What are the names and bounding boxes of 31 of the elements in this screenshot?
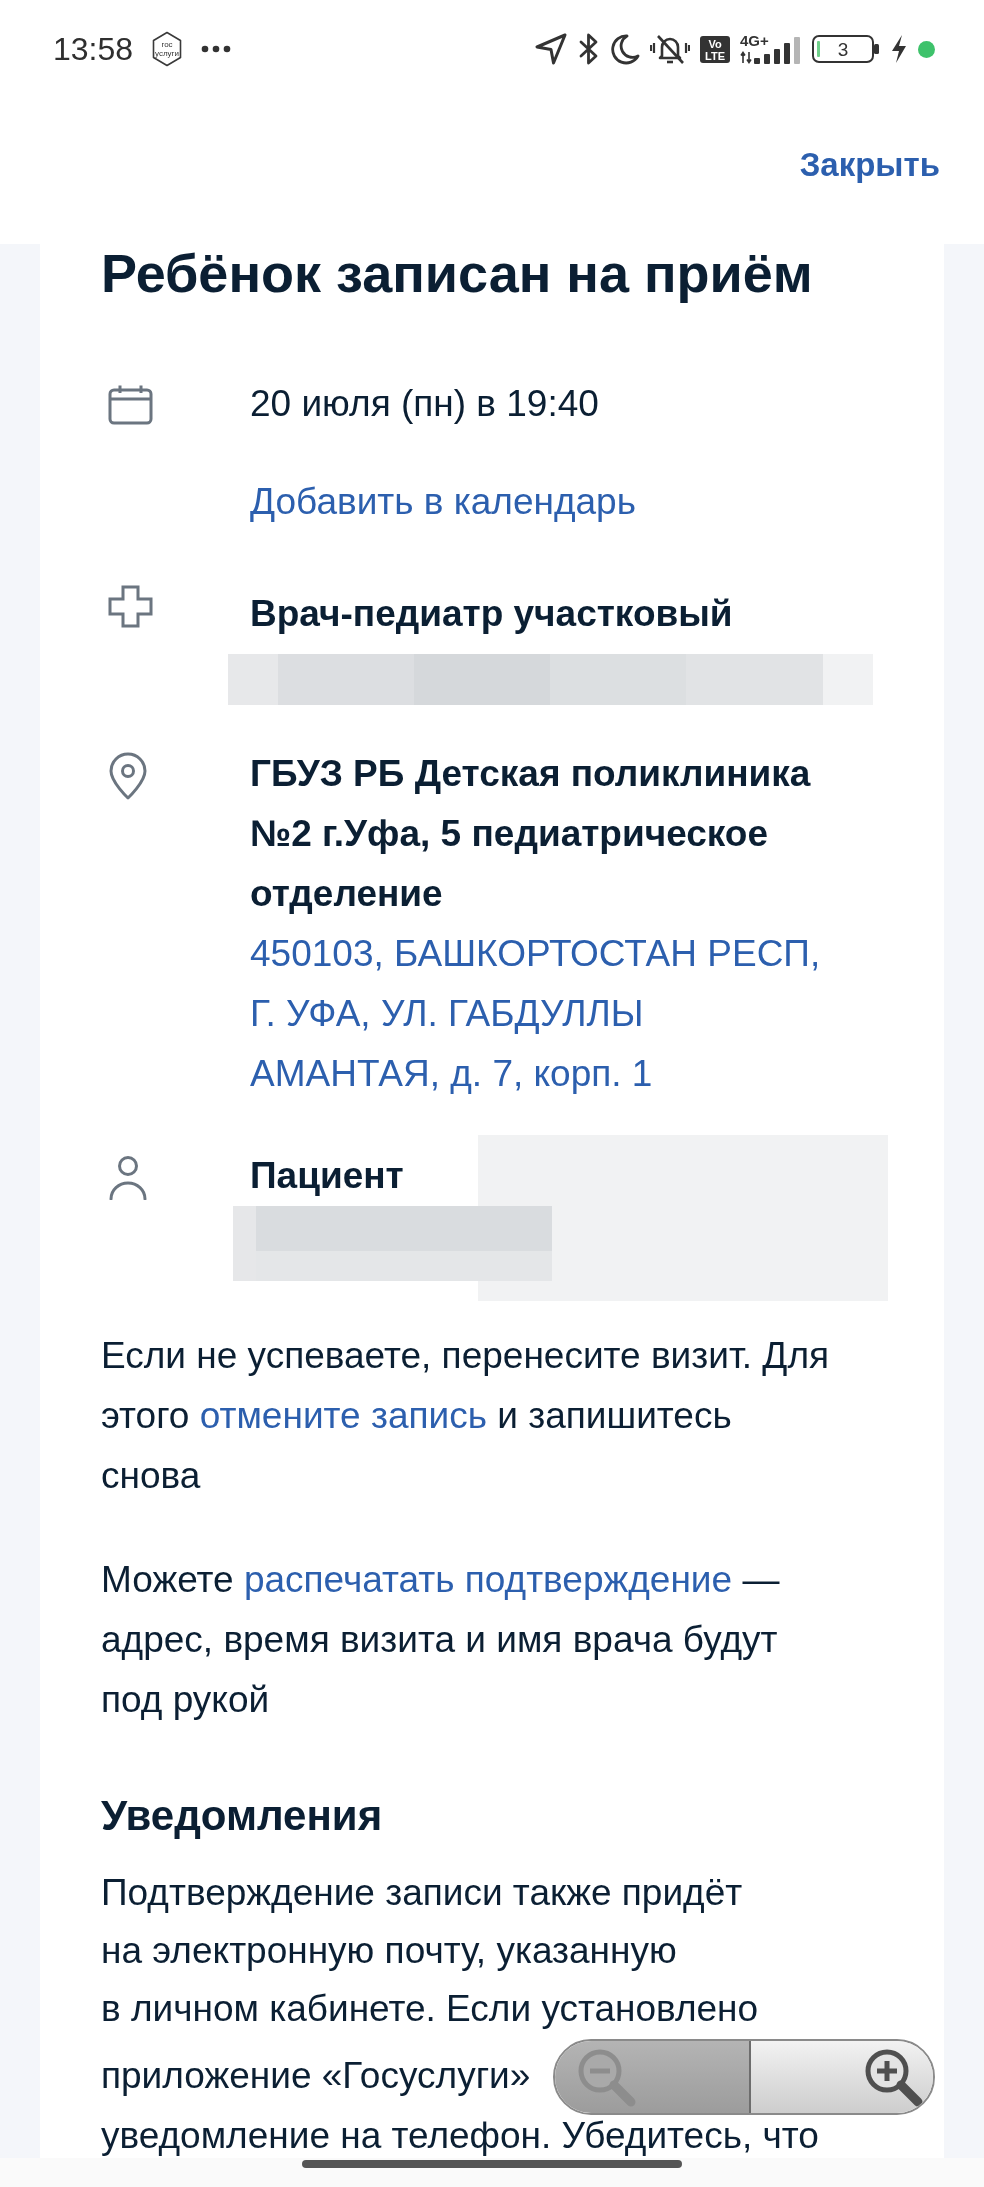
clock-time: 13:58 (53, 30, 134, 69)
reschedule-note: Если не успеваете, перенесите визит. Для этого отмените запись и запишитесь снова (101, 1334, 830, 1498)
status-dot-icon (918, 40, 935, 58)
doctor-specialty: Врач-педиатр участковый (250, 592, 733, 636)
clinic-address-link[interactable]: 450103, БАШКОРТОСТАН РЕСП, Г. УФА, УЛ. ГАБДУЛЛЫ АМАНТАЯ, д. 7, корп. 1 (250, 924, 840, 1104)
more-icon (201, 45, 232, 53)
notifications-text: приложение «Госуслуги» (101, 2054, 531, 2098)
medical-cross-icon (108, 585, 153, 628)
appointment-date: 20 июля (пн) в 19:40 (250, 382, 599, 426)
add-to-calendar-link[interactable]: Добавить в календарь (250, 472, 636, 532)
calendar-icon (108, 384, 153, 425)
charging-bolt-icon (890, 34, 908, 64)
location-pin-icon (108, 752, 148, 800)
app-logo: гос услуги (151, 31, 184, 67)
bluetooth-icon (578, 32, 600, 66)
battery-indicator: 3 (812, 35, 880, 63)
close-link[interactable]: Закрыть (799, 145, 940, 185)
notifications-text: уведомление на телефон. Убедитесь, что (101, 2116, 819, 2156)
print-note: Можете распечатать подтверждение — адрес, время визита и имя врача будут под рукой (101, 1558, 781, 1722)
zoom-in-button[interactable] (748, 2041, 933, 2113)
moon-icon (610, 33, 640, 65)
navigation-arrow-icon (534, 32, 568, 66)
notifications-heading: Уведомления (101, 1791, 384, 1841)
person-icon (108, 1155, 148, 1200)
page-title: Ребёнок записан на приём (101, 244, 814, 302)
patient-label: Пациент (250, 1154, 404, 1198)
network-indicator: 4G+ (740, 33, 802, 65)
cancel-booking-link[interactable]: отмените запись (199, 1395, 487, 1436)
print-confirmation-link[interactable]: распечатать подтверждение (243, 1559, 733, 1600)
clinic-name: ГБУЗ РБ Детская поликлиника №2 г.Уфа, 5 педиатрическое отделение (250, 752, 812, 916)
volte-indicator: Vo LTE (700, 35, 730, 63)
